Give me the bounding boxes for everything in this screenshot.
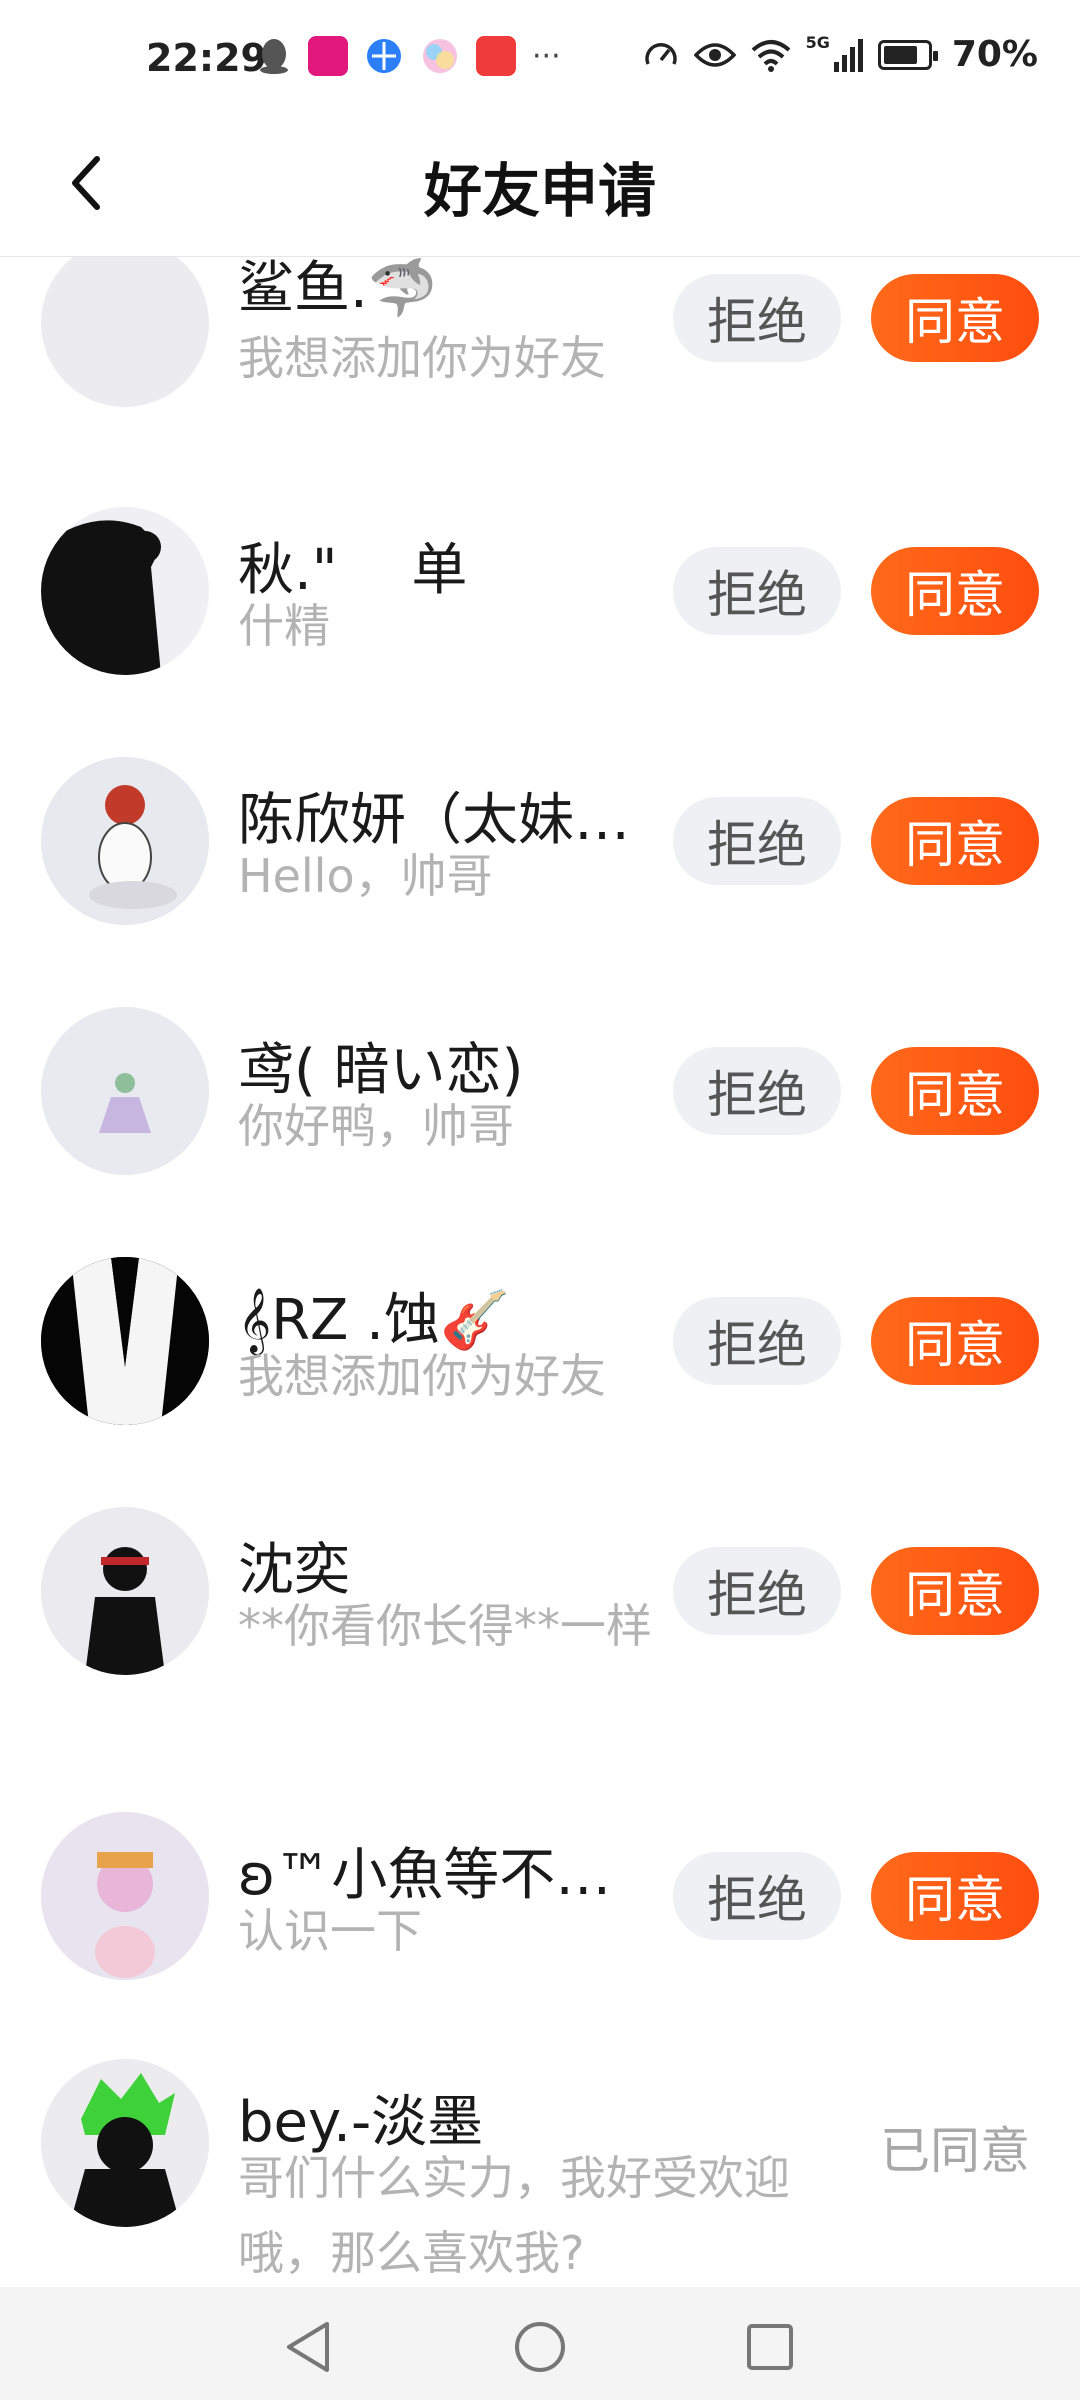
- browser-icon: [367, 39, 401, 73]
- nav-back-button[interactable]: [268, 2307, 348, 2387]
- status-bar: 22:29 ··· 5G 70%: [0, 0, 1080, 118]
- avatar-image: [41, 2059, 209, 2227]
- nav-home-button[interactable]: [500, 2307, 580, 2387]
- vipshop-icon: [308, 36, 348, 76]
- wifi-icon: [751, 39, 790, 72]
- network-label: 5G: [805, 33, 830, 52]
- battery-percent: 70%: [951, 34, 1038, 75]
- notification-icons: ···: [256, 36, 561, 76]
- avatar[interactable]: [41, 257, 209, 407]
- more-notifications: ···: [532, 38, 561, 74]
- header: 好友申请: [0, 118, 1080, 257]
- avatar-image: [41, 1007, 209, 1175]
- avatar-image: [41, 1257, 209, 1425]
- speedometer-icon: [644, 42, 677, 65]
- accept-button[interactable]: 同意: [871, 547, 1039, 635]
- avatar[interactable]: [41, 2059, 209, 2227]
- avatar-image: [41, 1812, 209, 1980]
- qq-icon: [260, 39, 288, 74]
- system-nav-bar: [0, 2287, 1080, 2400]
- avatar[interactable]: [41, 507, 209, 675]
- accepted-status: 已同意: [880, 2122, 1030, 2180]
- accept-button[interactable]: 同意: [871, 1547, 1039, 1635]
- accept-button[interactable]: 同意: [871, 1297, 1039, 1385]
- square-recents-icon: [747, 2324, 793, 2370]
- reject-button[interactable]: 拒绝: [673, 274, 841, 362]
- status-time: 22:29: [146, 36, 267, 80]
- nav-recents-button[interactable]: [730, 2307, 810, 2387]
- avatar[interactable]: [41, 1257, 209, 1425]
- accept-button[interactable]: 同意: [871, 274, 1039, 362]
- avatar-image: [41, 757, 209, 925]
- accept-button[interactable]: 同意: [871, 1047, 1039, 1135]
- request-message: 哥们什么实力，我好受欢迎哦，那么喜欢我?: [238, 2151, 790, 2280]
- huawei-store-icon: [476, 36, 516, 76]
- accept-button[interactable]: 同意: [871, 1852, 1039, 1940]
- reject-button[interactable]: 拒绝: [673, 1047, 841, 1135]
- page-title: 好友申请: [423, 157, 656, 225]
- reject-button[interactable]: 拒绝: [673, 1852, 841, 1940]
- avatar-image: [41, 1507, 209, 1675]
- reject-button[interactable]: 拒绝: [673, 1547, 841, 1635]
- avatar[interactable]: [41, 1007, 209, 1175]
- circle-home-icon: [515, 2322, 565, 2372]
- requester-name: 鲨鱼.🦈: [238, 257, 438, 321]
- request-message: **你看你长得**一样: [238, 1599, 652, 1653]
- friend-request-list[interactable]: 鲨鱼.🦈 我想添加你为好友 拒绝 同意 秋." 单 什精 拒绝 同意 陈欣妍（太…: [0, 257, 1080, 2287]
- status-right: 5G 70%: [642, 33, 1038, 75]
- signal-icon: [833, 38, 863, 72]
- reject-button[interactable]: 拒绝: [673, 1297, 841, 1385]
- accept-button[interactable]: 同意: [871, 797, 1039, 885]
- avatar[interactable]: [41, 757, 209, 925]
- eye-icon: [693, 42, 736, 67]
- avatar[interactable]: [41, 1507, 209, 1675]
- reject-button[interactable]: 拒绝: [673, 797, 841, 885]
- gallery-icon: [423, 39, 457, 73]
- avatar-image: [41, 507, 209, 675]
- avatar[interactable]: [41, 1812, 209, 1980]
- reject-button[interactable]: 拒绝: [673, 547, 841, 635]
- triangle-back-icon: [287, 2322, 329, 2372]
- battery-icon: [877, 39, 938, 70]
